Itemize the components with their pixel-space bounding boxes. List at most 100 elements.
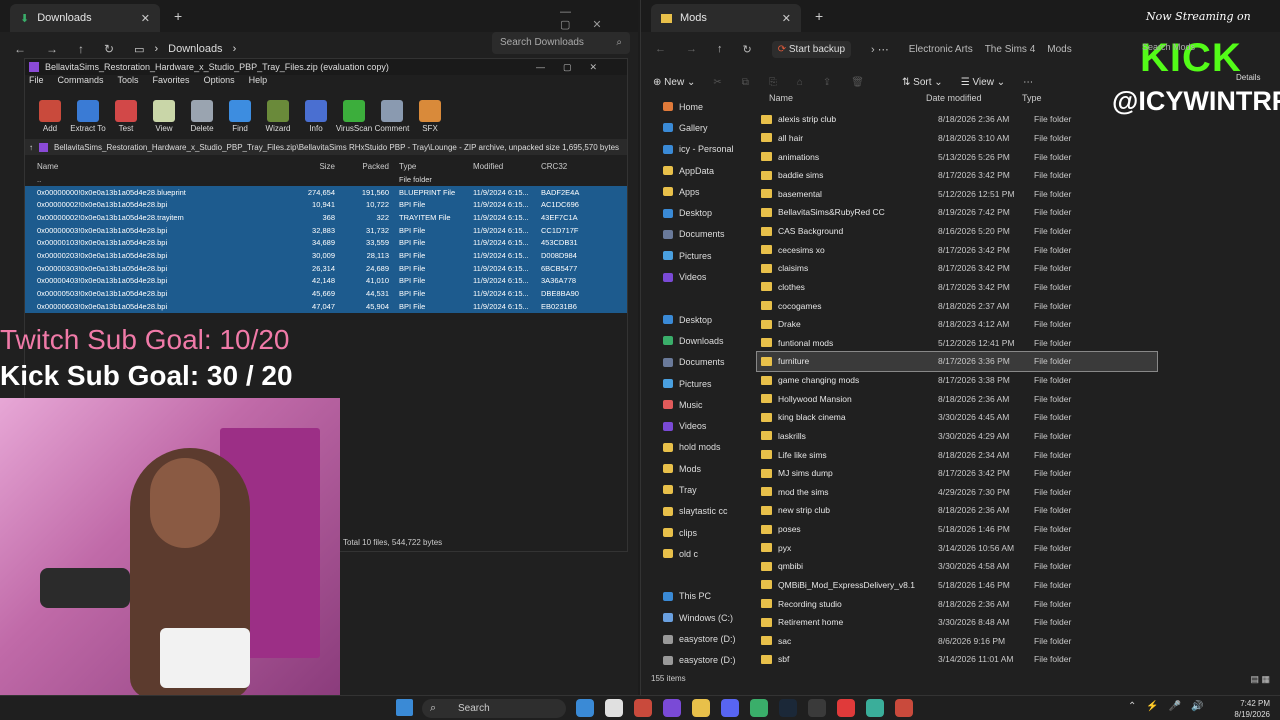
refresh-icon[interactable]: ↻ xyxy=(104,42,114,56)
list-item[interactable]: king black cinema 3/30/2026 4:45 AM File f… xyxy=(757,408,1157,427)
col-name[interactable]: Name xyxy=(761,93,926,103)
close-tab-icon[interactable]: ✕ xyxy=(141,12,150,25)
sidebar-item-old-c[interactable]: old c xyxy=(641,543,749,564)
list-item[interactable]: sac 8/6/2026 9:16 PM File folder xyxy=(757,632,1157,651)
menu-item-help[interactable]: Help xyxy=(249,75,268,89)
list-item[interactable]: all hair 8/18/2026 3:10 AM File folder xyxy=(757,129,1157,148)
list-item[interactable]: clothes 8/17/2026 3:42 PM File folder xyxy=(757,278,1157,297)
tool-test[interactable]: Test xyxy=(107,100,145,133)
taskbar-app-icon[interactable] xyxy=(576,699,594,717)
sidebar-item-this-pc[interactable]: This PC xyxy=(641,586,749,607)
new-tab-button[interactable]: + xyxy=(815,8,823,24)
sidebar-item-music[interactable]: Music xyxy=(641,394,749,415)
col-type[interactable]: Type xyxy=(1022,93,1102,103)
back-icon[interactable]: ← xyxy=(14,42,26,56)
taskbar-app-icon[interactable] xyxy=(634,699,652,717)
clock[interactable]: 7:42 PM 8/19/2026 xyxy=(1234,698,1270,720)
tool-comment[interactable]: Comment xyxy=(373,100,411,133)
forward-icon[interactable]: → xyxy=(686,43,697,55)
sidebar-item-clips[interactable]: clips xyxy=(641,522,749,543)
back-icon[interactable]: ← xyxy=(655,43,666,55)
tool-sfx[interactable]: SFX xyxy=(411,100,449,133)
menu-item-options[interactable]: Options xyxy=(204,75,235,89)
taskbar-app-icon[interactable] xyxy=(663,699,681,717)
sidebar-item-documents[interactable]: Documents xyxy=(641,224,749,245)
search-mods-placeholder[interactable]: Search Mods xyxy=(1142,42,1195,52)
list-item[interactable]: Hollywood Mansion 8/18/2026 2:36 AM File f… xyxy=(757,389,1157,408)
sidebar-item-slaytastic-cc[interactable]: slaytastic cc xyxy=(641,501,749,522)
sidebar-item-desktop[interactable]: Desktop xyxy=(641,202,749,223)
menu-item-commands[interactable]: Commands xyxy=(58,75,104,89)
table-row[interactable]: 0x00000603!0x0e0a13b1a05d4e28.bpi 47,047 4… xyxy=(25,299,627,313)
taskbar-search[interactable]: Search xyxy=(422,699,566,718)
taskbar-app-icon[interactable] xyxy=(837,699,855,717)
col-packed[interactable]: Packed xyxy=(335,162,389,171)
list-item[interactable]: laskrills 3/30/2026 4:29 AM File folder xyxy=(757,427,1157,446)
sort-button[interactable]: ⇅ Sort ⌄ xyxy=(902,77,943,88)
table-row[interactable]: 0x00000000!0x0e0a13b1a05d4e28.blueprint 2… xyxy=(25,185,627,199)
breadcrumb-sims4[interactable]: The Sims 4 xyxy=(985,44,1036,55)
list-item[interactable]: cecesims xo 8/17/2026 3:42 PM File folder xyxy=(757,240,1157,259)
sidebar-item-windows-c-[interactable]: Windows (C:) xyxy=(641,607,749,628)
tool-find[interactable]: Find xyxy=(221,100,259,133)
list-item[interactable]: cocogames 8/18/2026 2:37 AM File folder xyxy=(757,296,1157,315)
col-date[interactable]: Date modified xyxy=(926,93,1022,103)
view-toggle-icons[interactable]: ▤ ▦ xyxy=(1250,674,1270,685)
list-item[interactable]: baddie sims 8/17/2026 3:42 PM File folder xyxy=(757,166,1157,185)
list-item[interactable]: basemental 5/12/2026 12:51 PM File folder xyxy=(757,185,1157,204)
breadcrumb-item[interactable]: Downloads xyxy=(168,43,222,55)
tool-add[interactable]: Add xyxy=(31,100,69,133)
table-row[interactable]: 0x00000103!0x0e0a13b1a05d4e28.bpi 34,689 3… xyxy=(25,236,627,250)
col-name[interactable]: Name xyxy=(25,162,265,171)
start-icon[interactable] xyxy=(396,699,413,716)
menu-item-tools[interactable]: Tools xyxy=(118,75,139,89)
sidebar-item-apps[interactable]: Apps xyxy=(641,181,749,202)
up-icon[interactable]: ↑ xyxy=(717,43,723,55)
table-row[interactable]: 0x00000403!0x0e0a13b1a05d4e28.bpi 42,148 4… xyxy=(25,274,627,288)
taskbar-app-icon[interactable] xyxy=(721,699,739,717)
sidebar-item-documents[interactable]: Documents xyxy=(641,352,749,373)
sidebar-item-pictures[interactable]: Pictures xyxy=(641,373,749,394)
tool-extract-to[interactable]: Extract To xyxy=(69,100,107,133)
sidebar-item-tray[interactable]: Tray xyxy=(641,479,749,500)
sidebar-item-hold-mods[interactable]: hold mods xyxy=(641,437,749,458)
list-item[interactable]: qmbibi 3/30/2026 4:58 AM File folder xyxy=(757,557,1157,576)
taskbar-app-icon[interactable] xyxy=(692,699,710,717)
table-row[interactable]: 0x00000003!0x0e0a13b1a05d4e28.bpi 32,883 3… xyxy=(25,223,627,237)
sidebar-item-easystore-d-[interactable]: easystore (D:) xyxy=(641,628,749,649)
more-crumbs-icon[interactable]: › ⋯ xyxy=(871,43,889,56)
list-item[interactable]: poses 5/18/2026 1:46 PM File folder xyxy=(757,520,1157,539)
taskbar-app-icon[interactable] xyxy=(808,699,826,717)
new-button[interactable]: ⊕ New ⌄ xyxy=(653,77,695,88)
tool-delete[interactable]: Delete xyxy=(183,100,221,133)
sidebar-item-videos[interactable]: Videos xyxy=(641,415,749,436)
winrar-window-controls[interactable]: —▢✕ xyxy=(536,62,615,73)
sidebar-item-home[interactable]: Home xyxy=(641,96,749,117)
sidebar-item-appdata[interactable]: AppData xyxy=(641,160,749,181)
list-item[interactable]: Retirement home 3/30/2026 8:48 AM File fol… xyxy=(757,613,1157,632)
tab-mods[interactable]: Mods ✕ xyxy=(651,4,801,32)
menu-item-favorites[interactable]: Favorites xyxy=(153,75,190,89)
list-item[interactable]: QMBiBi_Mod_ExpressDelivery_v8.1 5/18/2026… xyxy=(757,576,1157,595)
window-controls[interactable]: —▢✕ xyxy=(560,6,638,31)
list-item[interactable]: funtional mods 5/12/2026 12:41 PM File fol… xyxy=(757,334,1157,353)
winrar-path-bar[interactable]: ↑ BellavitaSims_Restoration_Hardware_x_S… xyxy=(25,139,627,155)
list-item[interactable]: CAS Background 8/16/2026 5:20 PM File fold… xyxy=(757,222,1157,241)
table-row[interactable]: 0x00000002!0x0e0a13b1a05d4e28.trayitem 36… xyxy=(25,211,627,224)
refresh-icon[interactable]: ↻ xyxy=(743,43,752,56)
sidebar-item-desktop[interactable]: Desktop xyxy=(641,309,749,330)
forward-icon[interactable]: → xyxy=(46,42,58,56)
menu-item-file[interactable]: File xyxy=(29,75,44,89)
col-modified[interactable]: Modified xyxy=(469,162,537,171)
table-row[interactable]: 0x00000303!0x0e0a13b1a05d4e28.bpi 26,314 2… xyxy=(25,261,627,275)
taskbar-app-icon[interactable] xyxy=(605,699,623,717)
tool-wizard[interactable]: Wizard xyxy=(259,100,297,133)
col-crc[interactable]: CRC32 xyxy=(537,162,587,171)
list-item[interactable]: new strip club 8/18/2026 2:36 AM File fold… xyxy=(757,501,1157,520)
taskbar-app-icon[interactable] xyxy=(750,699,768,717)
view-button[interactable]: ☰ View ⌄ xyxy=(961,77,1005,88)
search-input[interactable]: Search Downloads ⌕ xyxy=(492,32,630,54)
tab-downloads[interactable]: ⬇ Downloads ✕ xyxy=(10,4,160,32)
list-item[interactable]: game changing mods 8/17/2026 3:38 PM File … xyxy=(757,371,1157,390)
sidebar-item-gallery[interactable]: Gallery xyxy=(641,117,749,138)
